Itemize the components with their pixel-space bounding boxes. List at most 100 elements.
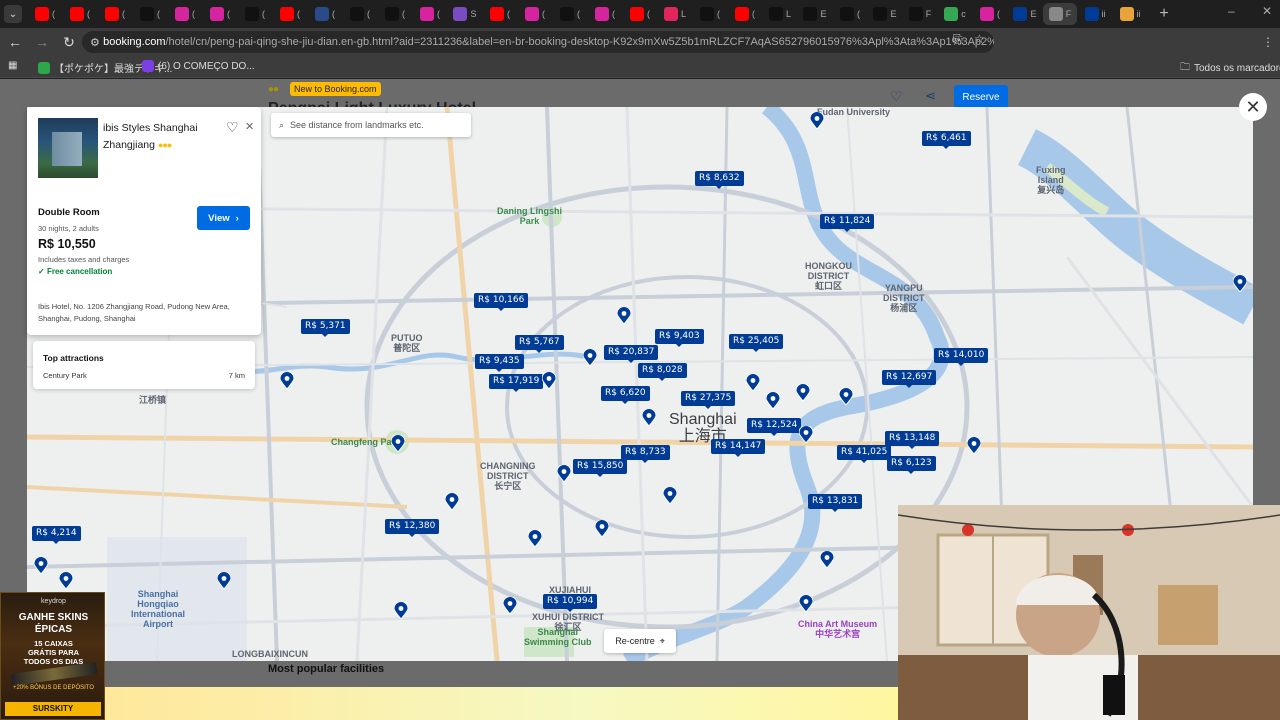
hotel-pin-icon[interactable] — [810, 112, 824, 129]
recentre-button[interactable]: Re-centre ⌖ — [604, 629, 676, 653]
tab-search-icon[interactable]: ⌄ — [4, 5, 22, 23]
view-button[interactable]: View › — [197, 206, 250, 230]
price-marker[interactable]: R$ 12,697 — [882, 370, 937, 388]
price-marker[interactable]: R$ 13,148 — [885, 431, 940, 449]
browser-tab[interactable]: ( — [483, 3, 517, 25]
hotel-pin-icon[interactable] — [217, 572, 231, 589]
price-marker[interactable]: R$ 10,994 — [543, 594, 598, 612]
price-marker[interactable]: R$ 8,733 — [621, 445, 670, 463]
hotel-pin-icon[interactable] — [663, 487, 677, 504]
browser-tab[interactable]: ( — [238, 3, 272, 25]
menu-kebab-icon[interactable]: ⋮ — [1262, 35, 1274, 49]
browser-tab[interactable]: E — [868, 3, 902, 25]
browser-tab[interactable]: ii — [1078, 3, 1112, 25]
browser-tab[interactable]: ( — [693, 3, 727, 25]
hotel-pin-icon[interactable] — [557, 465, 571, 482]
browser-tab[interactable]: F — [903, 3, 937, 25]
browser-tab[interactable]: ( — [273, 3, 307, 25]
reload-icon[interactable]: ↻ — [57, 30, 81, 54]
hotel-pin-icon[interactable] — [839, 388, 853, 405]
hotel-pin-icon[interactable] — [746, 374, 760, 391]
price-marker[interactable]: R$ 9,435 — [475, 354, 524, 372]
browser-tab[interactable]: ( — [308, 3, 342, 25]
hotel-pin-icon[interactable] — [595, 520, 609, 537]
price-marker[interactable]: R$ 13,831 — [808, 494, 863, 512]
hotel-pin-icon[interactable] — [542, 372, 556, 389]
hotel-name[interactable]: ibis Styles Shanghai Zhangjiang ●●● — [103, 120, 223, 154]
price-marker[interactable]: R$ 12,380 — [385, 519, 440, 537]
hotel-pin-icon[interactable] — [766, 392, 780, 409]
browser-tab[interactable]: L — [658, 3, 692, 25]
browser-tab[interactable]: F — [1043, 3, 1077, 25]
hotel-pin-icon[interactable] — [394, 602, 408, 619]
back-icon[interactable]: ← — [3, 30, 27, 54]
bookmark-star-icon[interactable]: ☆ — [974, 32, 985, 46]
hotel-pin-icon[interactable] — [59, 572, 73, 589]
browser-tab[interactable]: ( — [168, 3, 202, 25]
site-info-icon[interactable]: ⚙ — [90, 36, 103, 49]
price-marker[interactable]: R$ 4,214 — [32, 526, 81, 544]
close-card-icon[interactable]: ✕ — [245, 120, 254, 133]
close-map-button[interactable]: ✕ — [1239, 93, 1267, 121]
browser-tab[interactable]: ( — [518, 3, 552, 25]
ad-banner[interactable]: keydrop GANHE SKINS ÉPICAS 15 CAIXAS GRÁT… — [0, 592, 105, 720]
hotel-pin-icon[interactable] — [583, 349, 597, 366]
browser-tab[interactable]: E — [798, 3, 832, 25]
browser-tab[interactable]: ( — [98, 3, 132, 25]
price-marker[interactable]: R$ 9,403 — [655, 329, 704, 347]
browser-tab[interactable]: ( — [133, 3, 167, 25]
new-tab-button[interactable]: + — [1153, 5, 1175, 23]
hotel-pin-icon[interactable] — [617, 307, 631, 324]
hotel-pin-icon[interactable] — [796, 384, 810, 401]
price-marker[interactable]: R$ 41,025 — [837, 445, 892, 463]
hotel-pin-icon[interactable] — [280, 372, 294, 389]
browser-tab[interactable]: ( — [413, 3, 447, 25]
price-marker[interactable]: R$ 5,371 — [301, 319, 350, 337]
bookmark-item[interactable]: (6) O COMEÇO DO... — [142, 60, 255, 72]
forward-icon[interactable]: → — [30, 30, 54, 54]
price-marker[interactable]: R$ 14,147 — [711, 439, 766, 457]
hotel-pin-icon[interactable] — [503, 597, 517, 614]
hotel-pin-icon[interactable] — [34, 557, 48, 574]
price-marker[interactable]: R$ 12,524 — [747, 418, 802, 436]
price-marker[interactable]: R$ 20,837 — [604, 345, 659, 363]
browser-tab[interactable]: ( — [553, 3, 587, 25]
browser-tab[interactable]: ( — [28, 3, 62, 25]
hotel-pin-icon[interactable] — [642, 409, 656, 426]
save-heart-icon[interactable]: ♡ — [890, 88, 903, 105]
reserve-button[interactable]: Reserve — [954, 85, 1008, 109]
browser-tab[interactable]: ( — [973, 3, 1007, 25]
browser-tab[interactable]: ( — [623, 3, 657, 25]
all-bookmarks[interactable]: 🗀 Todos os marcadores — [1180, 60, 1280, 77]
translate-icon[interactable]: ⎘ — [953, 32, 963, 47]
price-marker[interactable]: R$ 17,919 — [489, 374, 544, 392]
browser-tab[interactable]: ( — [728, 3, 762, 25]
price-marker[interactable]: R$ 15,850 — [573, 459, 628, 477]
price-marker[interactable]: R$ 10,166 — [474, 293, 529, 311]
browser-tab[interactable]: ( — [343, 3, 377, 25]
browser-tab[interactable]: ii — [1113, 3, 1147, 25]
hotel-pin-icon[interactable] — [967, 437, 981, 454]
price-marker[interactable]: R$ 5,767 — [515, 335, 564, 353]
share-icon[interactable]: ⋖ — [925, 88, 936, 104]
browser-tab[interactable]: ( — [378, 3, 412, 25]
price-marker[interactable]: R$ 6,620 — [601, 386, 650, 404]
price-marker[interactable]: R$ 14,010 — [934, 348, 989, 366]
browser-tab[interactable]: ( — [833, 3, 867, 25]
hotel-card[interactable]: ibis Styles Shanghai Zhangjiang ●●● ♡ ✕ … — [27, 107, 261, 335]
price-marker[interactable]: R$ 8,632 — [695, 171, 744, 189]
apps-grid-icon[interactable]: ▦ — [8, 60, 17, 71]
price-marker[interactable]: R$ 11,824 — [820, 214, 875, 232]
hotel-pin-icon[interactable] — [1233, 275, 1247, 292]
price-marker[interactable]: R$ 6,123 — [887, 456, 936, 474]
browser-tab[interactable]: c — [938, 3, 972, 25]
favourite-heart-icon[interactable]: ♡ — [226, 119, 239, 136]
browser-tab[interactable]: ( — [588, 3, 622, 25]
hotel-pin-icon[interactable] — [820, 551, 834, 568]
browser-tab[interactable]: ( — [203, 3, 237, 25]
landmark-search[interactable]: ⌕ See distance from landmarks etc. — [271, 113, 471, 137]
price-marker[interactable]: R$ 6,461 — [922, 131, 971, 149]
address-bar[interactable]: ⚙ booking.com /hotel/cn/peng-pai-qing-sh… — [82, 31, 994, 53]
hotel-pin-icon[interactable] — [391, 435, 405, 452]
hotel-pin-icon[interactable] — [799, 426, 813, 443]
